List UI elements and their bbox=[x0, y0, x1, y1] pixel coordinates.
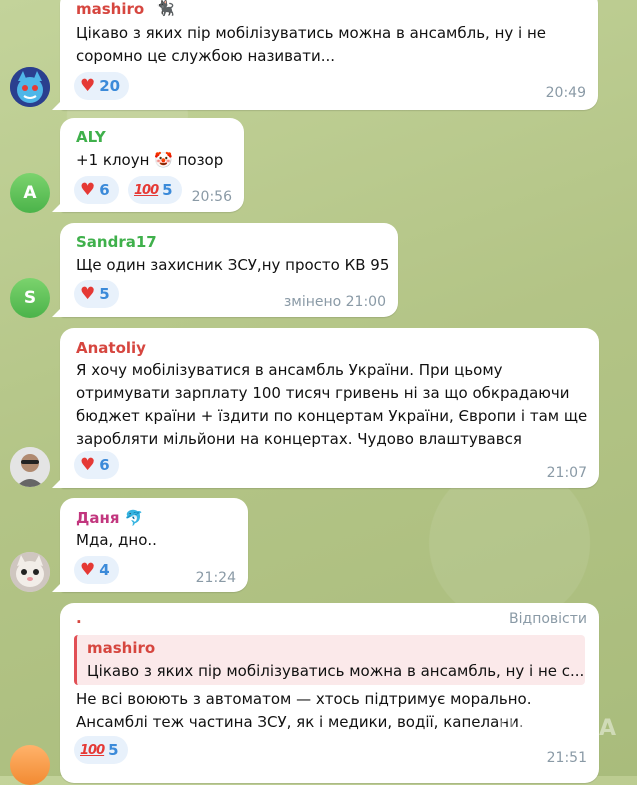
watermark-logo: OBOZ.UA bbox=[497, 716, 617, 741]
message-text: Не всі воюють з автоматом — хтось підтри… bbox=[76, 690, 532, 731]
message-text: Мда, дно.. bbox=[76, 531, 157, 549]
heart-icon: ♥ bbox=[80, 283, 96, 304]
reply-button[interactable]: Відповісти bbox=[509, 611, 587, 627]
sender-name[interactable]: Даня 🐬 bbox=[76, 509, 143, 527]
avatar-letter: S bbox=[23, 288, 37, 308]
heart-icon: ♥ bbox=[80, 454, 96, 475]
reaction-heart[interactable]: ♥ 20 bbox=[74, 72, 130, 100]
message-time: 20:56 bbox=[191, 189, 232, 205]
message-bubble[interactable]: Sandra17 Ще один захисник ЗСУ,ну просто … bbox=[60, 223, 398, 317]
avatar-sandra17[interactable]: S bbox=[10, 278, 50, 318]
cat-avatar-icon bbox=[10, 67, 50, 107]
message-bubble[interactable]: Anatoliy Я хочу мобілізуватися в ансамбл… bbox=[60, 328, 599, 488]
heart-icon: ♥ bbox=[80, 559, 96, 580]
message-bubble[interactable]: ALY +1 клоун 🤡 позор ♥ 6 100 5 20:56 bbox=[60, 118, 244, 212]
message-time: 21:24 bbox=[195, 570, 236, 586]
heart-icon: ♥ bbox=[80, 75, 96, 96]
person-avatar-icon bbox=[10, 447, 50, 487]
message-bubble[interactable]: . Відповісти mashiro Цікаво з яких пір м… bbox=[60, 603, 599, 783]
message-time: 21:07 bbox=[546, 465, 587, 481]
reaction-count: 5 bbox=[99, 285, 110, 303]
reaction-hundred[interactable]: 100 5 bbox=[74, 736, 128, 764]
sender-name[interactable]: mashiro bbox=[76, 0, 144, 18]
message-time: змінено 21:00 bbox=[283, 294, 386, 310]
reaction-count: 5 bbox=[108, 741, 119, 759]
avatar-danya[interactable] bbox=[10, 552, 50, 592]
reaction-heart[interactable]: ♥ 6 bbox=[74, 176, 119, 204]
message-text: Цікаво з яких пір мобілізуватись можна в… bbox=[76, 24, 547, 65]
sender-name[interactable]: Sandra17 bbox=[76, 233, 157, 251]
cat-photo-avatar-icon bbox=[10, 552, 50, 592]
reaction-count: 20 bbox=[99, 77, 121, 95]
reaction-hundred[interactable]: 100 5 bbox=[128, 176, 182, 204]
heart-icon: ♥ bbox=[80, 179, 96, 200]
avatar-anatoliy[interactable] bbox=[10, 447, 50, 487]
message-bubble[interactable]: mashiro 🐈‍⬛ Цікаво з яких пір мобілізува… bbox=[60, 0, 598, 110]
reaction-count: 6 bbox=[99, 456, 110, 474]
message-time: 21:51 bbox=[546, 750, 587, 766]
quote-sender: mashiro bbox=[87, 639, 156, 657]
sender-name[interactable]: . bbox=[76, 609, 82, 627]
hundred-icon: 100 bbox=[80, 742, 105, 758]
reaction-heart[interactable]: ♥ 4 bbox=[74, 556, 119, 584]
message-bubble[interactable]: Даня 🐬 Мда, дно.. ♥ 4 21:24 bbox=[60, 498, 248, 592]
reaction-count: 6 bbox=[99, 181, 110, 199]
reaction-heart[interactable]: ♥ 6 bbox=[74, 451, 119, 479]
quoted-message[interactable]: mashiro Цікаво з яких пір мобілізуватись… bbox=[74, 635, 585, 685]
quote-text: Цікаво з яких пір мобілізуватись можна в… bbox=[87, 662, 585, 680]
message-time: 20:49 bbox=[545, 85, 586, 101]
sender-name[interactable]: Anatoliy bbox=[76, 339, 146, 357]
message-text: Ще один захисник ЗСУ,ну просто КВ 95 bbox=[76, 256, 390, 274]
avatar-letter: A bbox=[23, 183, 37, 203]
hundred-icon: 100 bbox=[134, 182, 159, 198]
reaction-count: 5 bbox=[162, 181, 173, 199]
avatar-reply[interactable] bbox=[10, 745, 50, 785]
black-cat-emoji-icon: 🐈‍⬛ bbox=[156, 0, 175, 17]
reaction-count: 4 bbox=[99, 561, 110, 579]
avatar-aly[interactable]: A bbox=[10, 173, 50, 213]
sender-name[interactable]: ALY bbox=[76, 128, 106, 146]
reaction-heart[interactable]: ♥ 5 bbox=[74, 280, 119, 308]
message-text: Я хочу мобілізуватися в ансамбль України… bbox=[76, 361, 588, 448]
message-text: +1 клоун 🤡 позор bbox=[76, 151, 224, 169]
avatar-mashiro[interactable] bbox=[10, 67, 50, 107]
